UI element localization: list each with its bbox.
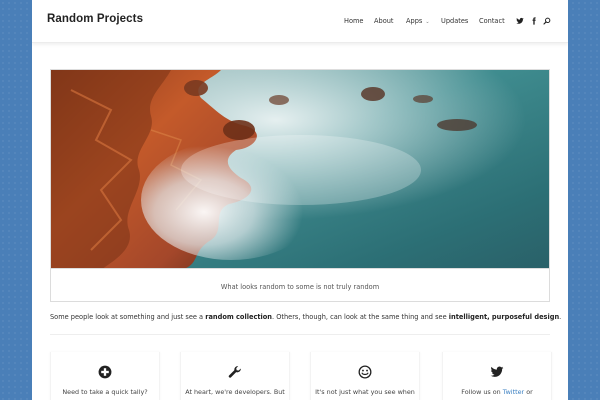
nav-item-apps[interactable]: Apps ⌄ [406,17,430,25]
follow-suffix: or [524,388,533,396]
nav-item-home[interactable]: Home [344,17,363,25]
nav-item-about[interactable]: About [374,17,394,25]
feature-card-follow: Follow us on Twitter or [442,352,552,400]
section-divider [50,334,550,335]
chevron-down-icon: ⌄ [425,19,430,25]
main-nav: Home About Apps ⌄ Updates Contact [32,17,568,29]
feature-text-developers: At heart, we're developers. But [185,388,285,396]
feature-card-developers: At heart, we're developers. But [180,352,290,400]
twitter-link[interactable]: Twitter [503,388,524,396]
intro-text-3: . [559,313,562,321]
follow-prefix: Follow us on [461,388,503,396]
twitter-icon[interactable] [490,364,504,378]
feature-card-see: It's not just what you see when [310,352,420,400]
plus-circle-icon [98,364,112,379]
feature-text-tally: Need to take a quick tally? [62,388,148,396]
feature-text-see: It's not just what you see when [315,388,415,396]
nav-item-contact[interactable]: Contact [479,17,505,25]
intro-paragraph: Some people look at something and just s… [50,313,561,321]
site-header: Random Projects Home About Apps ⌄ Updates… [32,0,568,43]
feature-card-tally: Need to take a quick tally? [50,352,160,400]
search-icon[interactable] [543,17,551,25]
intro-text-1: Some people look at something and just s… [50,313,206,321]
facebook-icon[interactable] [530,17,538,25]
hero-image [50,69,550,269]
hero-caption: What looks random to some is not truly r… [220,283,380,291]
smiley-icon [358,364,372,379]
feature-text-follow: Follow us on Twitter or [443,388,551,396]
twitter-icon[interactable] [516,17,524,25]
hero-caption-box: What looks random to some is not truly r… [50,269,550,302]
nav-item-updates[interactable]: Updates [441,17,468,25]
coastal-landscape-image [51,70,549,268]
nav-item-apps-label: Apps [406,17,423,25]
wrench-icon [228,364,242,378]
page-container: Random Projects Home About Apps ⌄ Updates… [32,0,568,400]
intro-bold-2: intelligent, purposeful design [448,313,560,321]
intro-text-2: . Others, though, can look at the same t… [272,313,449,321]
intro-bold-1: random collection [205,313,272,321]
